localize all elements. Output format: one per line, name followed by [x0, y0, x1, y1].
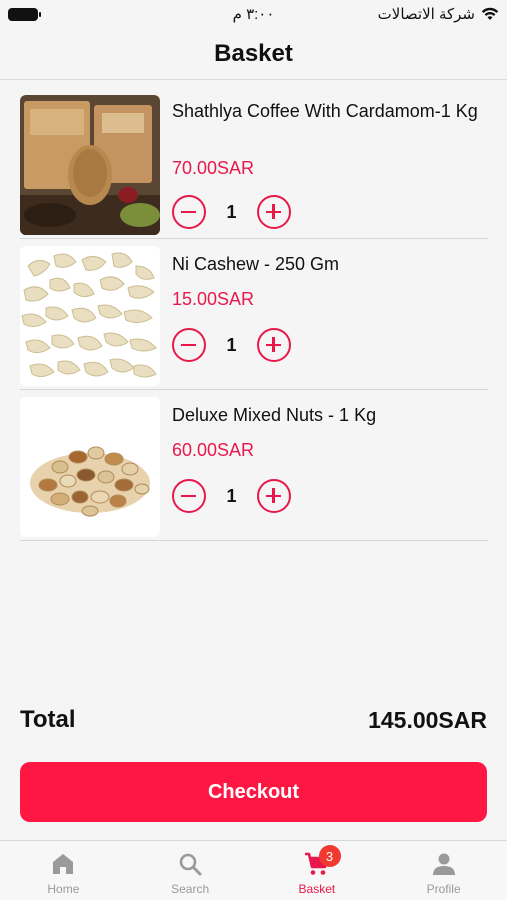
bottom-nav: Home Search 3 Basket Profile — [0, 840, 507, 900]
nav-label-search: Search — [171, 882, 210, 896]
coffee-bag-image — [20, 95, 160, 235]
quantity-value: 1 — [226, 485, 237, 506]
nav-item-home[interactable]: Home — [0, 841, 127, 900]
header: Basket — [0, 28, 507, 80]
total-label: Total — [20, 706, 76, 733]
nav-label-home: Home — [47, 882, 80, 896]
total-value: 145.00SAR — [368, 706, 487, 733]
mixed-nuts-image — [20, 397, 160, 537]
checkout-button[interactable]: Checkout — [20, 762, 487, 822]
basket-item: Shathlya Coffee With Cardamom-1 Kg 70.00… — [20, 88, 488, 239]
product-name: Shathlya Coffee With Cardamom-1 Kg — [172, 101, 478, 121]
basket-item: Ni Cashew - 250 Gm 15.00SAR 1 — [20, 239, 488, 390]
product-name: Deluxe Mixed Nuts - 1 Kg — [172, 405, 377, 425]
status-bar: ٣:٠٠ م شركة الاتصالات — [0, 0, 507, 28]
total-row: Total 145.00SAR — [20, 703, 487, 737]
increase-quantity-button[interactable] — [257, 195, 291, 229]
page-title: Basket — [214, 39, 293, 67]
basket-list: Shathlya Coffee With Cardamom-1 Kg 70.00… — [20, 88, 488, 541]
product-price: 60.00SAR — [172, 440, 255, 460]
increase-quantity-button[interactable] — [257, 479, 291, 513]
product-image-mixed-nuts[interactable] — [20, 397, 160, 537]
quantity-value: 1 — [226, 201, 237, 222]
cashew-image — [20, 246, 160, 386]
decrease-quantity-button[interactable] — [172, 328, 206, 362]
basket-item: Deluxe Mixed Nuts - 1 Kg 60.00SAR 1 — [20, 390, 488, 541]
product-price: 15.00SAR — [172, 289, 255, 309]
quantity-stepper: 1 — [172, 195, 291, 229]
decrease-quantity-button[interactable] — [172, 479, 206, 513]
nav-item-basket[interactable]: 3 Basket — [254, 841, 381, 900]
nav-item-profile[interactable]: Profile — [380, 841, 507, 900]
profile-icon — [432, 853, 455, 875]
product-image-cashew[interactable] — [20, 246, 160, 386]
decrease-quantity-button[interactable] — [172, 195, 206, 229]
cart-count-badge: 3 — [318, 845, 341, 867]
wifi-icon — [481, 7, 499, 20]
quantity-value: 1 — [226, 334, 237, 355]
home-icon — [53, 854, 74, 874]
nav-label-profile: Profile — [426, 882, 461, 896]
nav-label-basket: Basket — [298, 882, 336, 896]
nav-item-search[interactable]: Search — [127, 841, 254, 900]
product-price: 70.00SAR — [172, 158, 255, 178]
quantity-stepper: 1 — [172, 479, 291, 513]
carrier-info: شركة الاتصالات — [378, 5, 499, 23]
product-name: Ni Cashew - 250 Gm — [172, 254, 340, 274]
carrier-name: شركة الاتصالات — [377, 6, 475, 23]
quantity-stepper: 1 — [172, 328, 291, 362]
product-image-coffee[interactable] — [20, 95, 160, 235]
increase-quantity-button[interactable] — [257, 328, 291, 362]
search-icon — [179, 853, 202, 876]
